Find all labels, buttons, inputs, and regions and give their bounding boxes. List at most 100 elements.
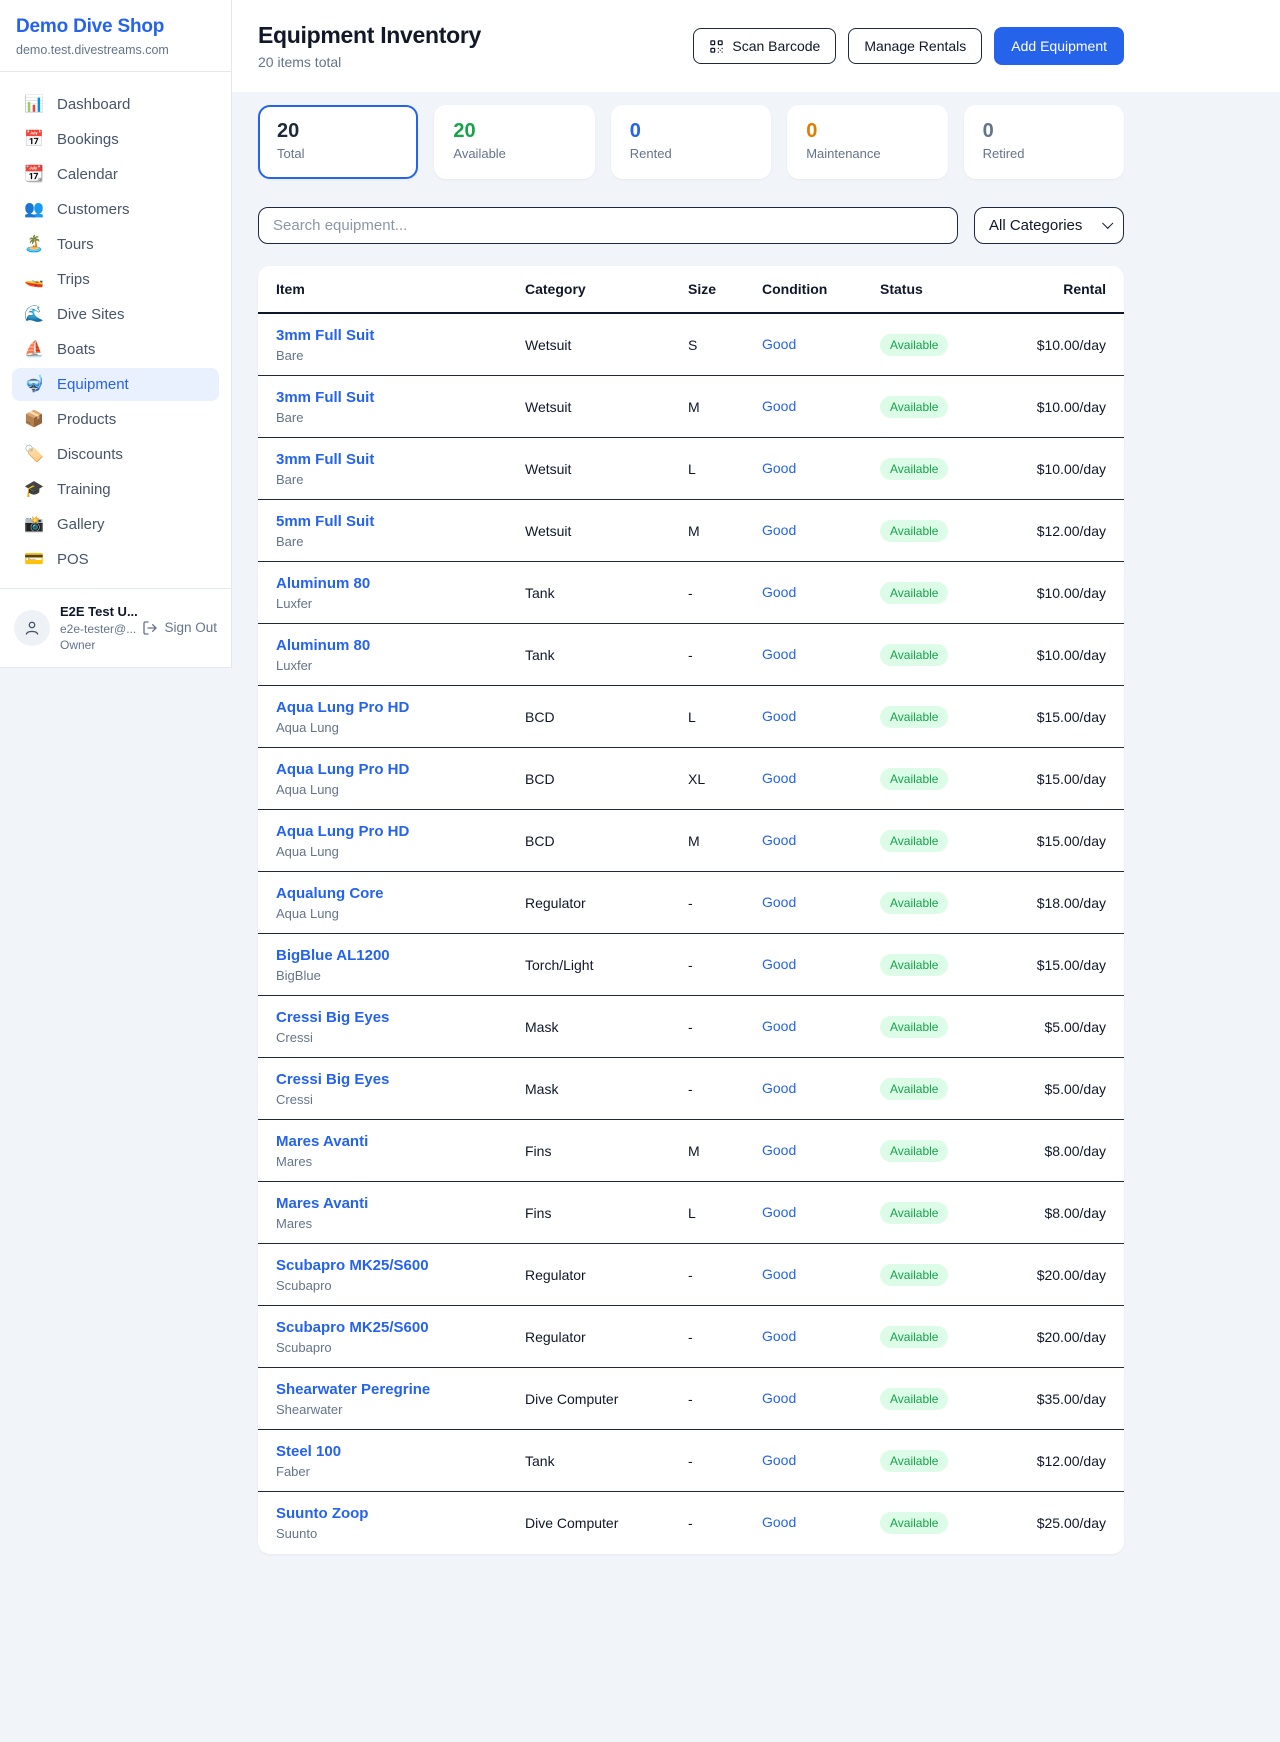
sidebar-nav-item[interactable]: 📦 Products <box>12 403 219 436</box>
sidebar-nav-item[interactable]: 💳 POS <box>12 543 219 576</box>
item-brand: Cressi <box>276 1030 525 1045</box>
size-cell: - <box>688 957 762 973</box>
item-brand: Mares <box>276 1154 525 1169</box>
sidebar-nav-item[interactable]: 🚤 Trips <box>12 263 219 296</box>
item-name-link[interactable]: Aluminum 80 <box>276 575 370 592</box>
item-cell: Aqua Lung Pro HD Aqua Lung <box>276 699 525 735</box>
condition-link[interactable]: Good <box>762 1018 796 1034</box>
sidebar-nav-item[interactable]: ⛵ Boats <box>12 333 219 366</box>
item-name-link[interactable]: Mares Avanti <box>276 1133 368 1150</box>
item-name-link[interactable]: 3mm Full Suit <box>276 327 374 344</box>
user-meta: E2E Test U... e2e-tester@... Owner <box>60 603 132 653</box>
item-name-link[interactable]: Aqualung Core <box>276 885 384 902</box>
sidebar-nav-item[interactable]: 🏝️ Tours <box>12 228 219 261</box>
nav-item-label: Tours <box>57 236 94 253</box>
condition-link[interactable]: Good <box>762 1328 796 1344</box>
stat-card[interactable]: 20 Total <box>258 105 418 179</box>
condition-link[interactable]: Good <box>762 956 796 972</box>
item-name-link[interactable]: Aqua Lung Pro HD <box>276 823 409 840</box>
stat-card[interactable]: 0 Retired <box>964 105 1124 179</box>
condition-link[interactable]: Good <box>762 708 796 724</box>
sidebar-nav-item[interactable]: 👥 Customers <box>12 193 219 226</box>
status-badge: Available <box>880 830 948 852</box>
nav-item-label: Gallery <box>57 516 105 533</box>
status-cell: Available <box>880 1078 1020 1100</box>
condition-link[interactable]: Good <box>762 584 796 600</box>
item-brand: BigBlue <box>276 968 525 983</box>
item-name-link[interactable]: Cressi Big Eyes <box>276 1071 389 1088</box>
condition-link[interactable]: Good <box>762 336 796 352</box>
search-input[interactable] <box>258 207 958 244</box>
item-name-link[interactable]: 3mm Full Suit <box>276 451 374 468</box>
category-cell: Mask <box>525 1081 688 1097</box>
sidebar-nav-item[interactable]: 🎓 Training <box>12 473 219 506</box>
item-name-link[interactable]: Steel 100 <box>276 1443 341 1460</box>
nav-item-label: Training <box>57 481 111 498</box>
sign-out-button[interactable]: Sign Out <box>142 620 217 636</box>
condition-link[interactable]: Good <box>762 460 796 476</box>
size-cell: L <box>688 461 762 477</box>
item-brand: Aqua Lung <box>276 844 525 859</box>
condition-link[interactable]: Good <box>762 1266 796 1282</box>
sidebar-nav-item[interactable]: 🤿 Equipment <box>12 368 219 401</box>
sidebar-nav-item[interactable]: 🌊 Dive Sites <box>12 298 219 331</box>
condition-cell: Good <box>762 1080 880 1098</box>
stat-value: 20 <box>453 120 575 143</box>
stat-label: Retired <box>983 146 1105 161</box>
item-name-link[interactable]: Scubapro MK25/S600 <box>276 1257 429 1274</box>
item-cell: Suunto Zoop Suunto <box>276 1505 525 1541</box>
nav-item-label: Calendar <box>57 166 118 183</box>
rental-cell: $10.00/day <box>1020 585 1106 601</box>
table-row: Scubapro MK25/S600 Scubapro Regulator - … <box>258 1306 1124 1368</box>
condition-link[interactable]: Good <box>762 1452 796 1468</box>
condition-link[interactable]: Good <box>762 832 796 848</box>
manage-rentals-button[interactable]: Manage Rentals <box>848 28 982 64</box>
item-name-link[interactable]: Cressi Big Eyes <box>276 1009 389 1026</box>
stat-card[interactable]: 0 Maintenance <box>787 105 947 179</box>
condition-link[interactable]: Good <box>762 1142 796 1158</box>
condition-link[interactable]: Good <box>762 894 796 910</box>
item-name-link[interactable]: Shearwater Peregrine <box>276 1381 430 1398</box>
item-cell: 3mm Full Suit Bare <box>276 389 525 425</box>
sidebar-nav-item[interactable]: 📅 Bookings <box>12 123 219 156</box>
condition-link[interactable]: Good <box>762 646 796 662</box>
condition-cell: Good <box>762 708 880 726</box>
sidebar-nav-item[interactable]: 📊 Dashboard <box>12 88 219 121</box>
size-cell: - <box>688 585 762 601</box>
condition-link[interactable]: Good <box>762 770 796 786</box>
app-root: Demo Dive Shop demo.test.divestreams.com… <box>0 0 1280 1600</box>
sidebar-nav-item[interactable]: 🏷️ Discounts <box>12 438 219 471</box>
add-equipment-button[interactable]: Add Equipment <box>994 27 1124 65</box>
item-name-link[interactable]: Mares Avanti <box>276 1195 368 1212</box>
status-badge: Available <box>880 582 948 604</box>
brand-box: Demo Dive Shop demo.test.divestreams.com <box>0 0 231 72</box>
item-name-link[interactable]: Aluminum 80 <box>276 637 370 654</box>
stat-card[interactable]: 20 Available <box>434 105 594 179</box>
category-cell: BCD <box>525 709 688 725</box>
nav-item-icon: 👥 <box>24 202 44 218</box>
status-badge: Available <box>880 892 948 914</box>
sidebar-nav-item[interactable]: 📸 Gallery <box>12 508 219 541</box>
stat-card[interactable]: 0 Rented <box>611 105 771 179</box>
status-cell: Available <box>880 1388 1020 1410</box>
scan-barcode-button[interactable]: Scan Barcode <box>693 28 836 64</box>
category-select[interactable]: All Categories <box>974 207 1124 244</box>
condition-link[interactable]: Good <box>762 1514 796 1530</box>
condition-link[interactable]: Good <box>762 398 796 414</box>
item-name-link[interactable]: BigBlue AL1200 <box>276 947 390 964</box>
condition-link[interactable]: Good <box>762 1390 796 1406</box>
item-name-link[interactable]: Scubapro MK25/S600 <box>276 1319 429 1336</box>
table-row: Aqua Lung Pro HD Aqua Lung BCD XL Good A… <box>258 748 1124 810</box>
item-name-link[interactable]: Aqua Lung Pro HD <box>276 699 409 716</box>
sign-out-icon <box>142 620 158 636</box>
sidebar-nav-item[interactable]: 📆 Calendar <box>12 158 219 191</box>
item-name-link[interactable]: 3mm Full Suit <box>276 389 374 406</box>
item-name-link[interactable]: Aqua Lung Pro HD <box>276 761 409 778</box>
condition-link[interactable]: Good <box>762 1204 796 1220</box>
item-name-link[interactable]: 5mm Full Suit <box>276 513 374 530</box>
nav-item-label: Bookings <box>57 131 119 148</box>
category-cell: Wetsuit <box>525 523 688 539</box>
condition-link[interactable]: Good <box>762 1080 796 1096</box>
item-name-link[interactable]: Suunto Zoop <box>276 1505 368 1522</box>
condition-link[interactable]: Good <box>762 522 796 538</box>
